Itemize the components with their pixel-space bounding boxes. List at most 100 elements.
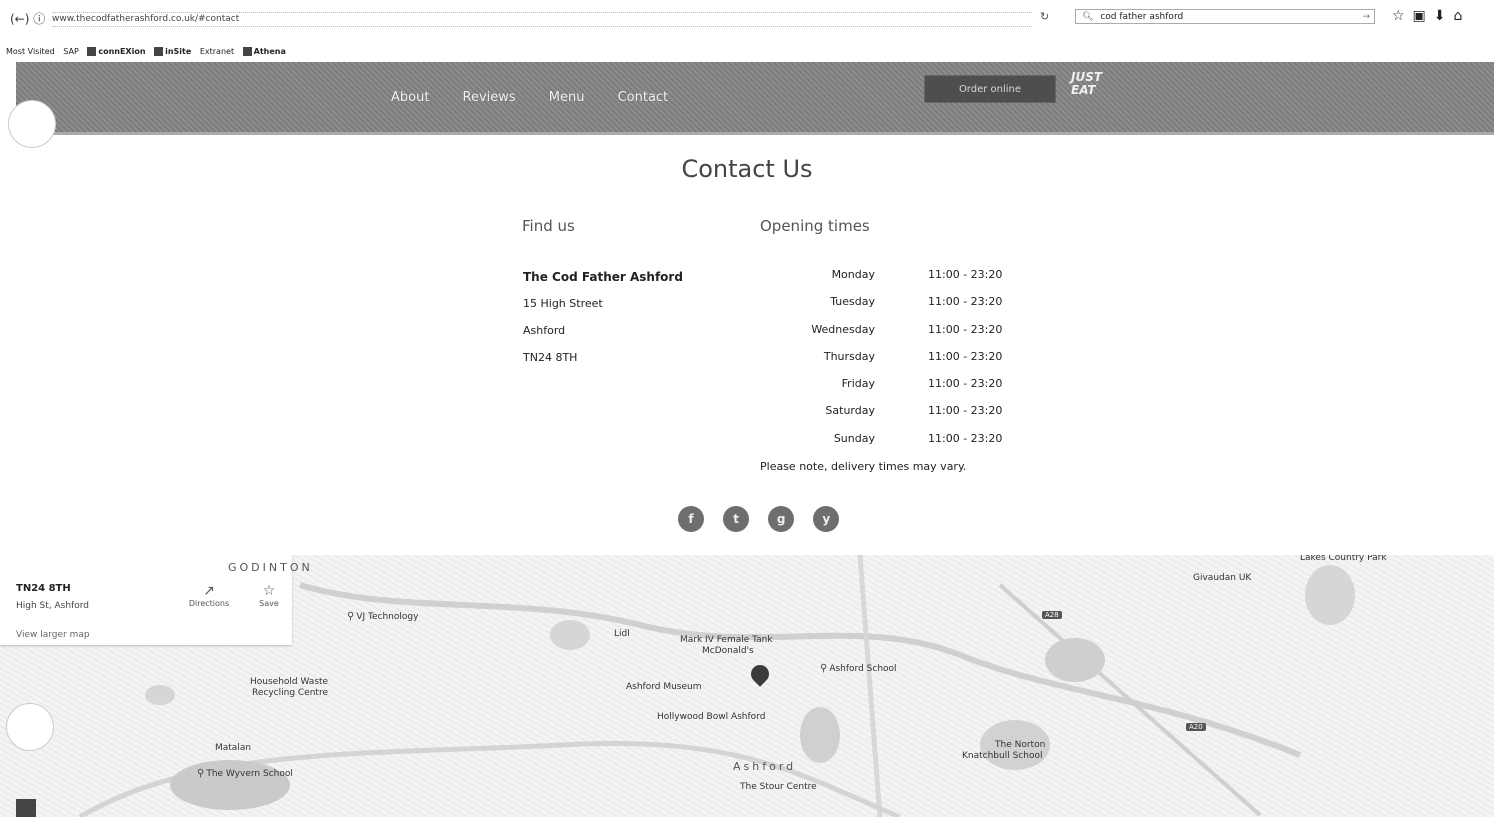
hours-time: 11:00 - 23:20 [928, 377, 1003, 391]
map-card-subtitle: High St, Ashford [16, 601, 89, 611]
map-pin-icon: ⚲ [820, 663, 828, 674]
reload-icon[interactable]: ↻ [1040, 10, 1049, 23]
page-root: (←) ⓘ www.thecodfatherashford.co.uk/#con… [0, 0, 1494, 817]
road-badge: A20 [1186, 723, 1206, 731]
hours-row: Monday 11:00 - 23:20 [760, 268, 1010, 295]
search-value: cod father ashford [1100, 12, 1184, 22]
hours-day: Wednesday [811, 322, 875, 336]
map-label: GODINTON [228, 561, 313, 574]
map-label: Recycling Centre [252, 688, 328, 698]
view-larger-map-link[interactable]: View larger map [16, 630, 90, 640]
bookmark-most-visited[interactable]: Most Visited [6, 47, 55, 56]
hours-time: 11:00 - 23:20 [928, 268, 1003, 281]
map-label: Mark IV Female Tank [680, 635, 773, 645]
social-links: f t g y [678, 506, 853, 532]
athena-icon [242, 47, 252, 56]
map-type-thumbnail[interactable] [16, 799, 36, 817]
toolbar-icons[interactable]: ☆▣⬇⌂ [1392, 8, 1470, 24]
connexion-icon [87, 47, 97, 56]
hours-row: Sunday 11:00 - 23:20 [760, 432, 1010, 459]
map-zoom-control[interactable] [6, 703, 54, 751]
order-online-button[interactable]: Order online [924, 75, 1056, 103]
directions-label: Directions [188, 599, 230, 608]
site-header: About Reviews Menu Contact Order online … [16, 62, 1494, 135]
map-label: ⚲ Ashford School [818, 663, 897, 674]
map-label: The Norton [995, 740, 1046, 750]
address-block: The Cod Father Ashford 15 High Street As… [523, 270, 683, 378]
save-label: Save [259, 599, 279, 608]
map-label: Givaudan UK [1193, 573, 1252, 583]
map-label: Ashford [733, 760, 797, 773]
nav-reviews[interactable]: Reviews [463, 90, 516, 105]
delivery-note: Please note, delivery times may vary. [760, 460, 967, 473]
just-eat-logo[interactable]: JUST EAT [1071, 71, 1111, 97]
hours-day: Thursday [823, 349, 875, 363]
bookmark-insite[interactable]: inSite [154, 47, 191, 56]
main-nav: About Reviews Menu Contact [391, 86, 696, 105]
hours-day: Tuesday [830, 295, 875, 309]
bookmark-athena[interactable]: Athena [242, 47, 286, 56]
hours-time: 11:00 - 23:20 [928, 349, 1003, 363]
nav-contact[interactable]: Contact [618, 90, 669, 105]
opening-times-heading: Opening times [760, 217, 870, 235]
address-postcode: TN24 8TH [523, 351, 578, 364]
google-plus-icon[interactable]: g [768, 506, 795, 532]
hours-time: 11:00 - 23:20 [928, 431, 1003, 445]
address-street: 15 High Street [523, 297, 603, 310]
browser-urlbar: (←) ⓘ www.thecodfatherashford.co.uk/#con… [0, 8, 1494, 28]
map-embed[interactable]: TN24 8TH High St, Ashford View larger ma… [0, 555, 1494, 817]
hours-time: 11:00 - 23:20 [928, 404, 1003, 418]
hours-row: Saturday 11:00 - 23:20 [760, 404, 1010, 431]
hours-row: Thursday 11:00 - 23:20 [760, 350, 1010, 377]
map-label-text: The Wyvern School [206, 769, 293, 779]
find-us-heading: Find us [522, 217, 575, 235]
map-label: The Stour Centre [740, 782, 817, 792]
map-label-text: VJ Technology [356, 612, 419, 622]
hours-day: Saturday [825, 404, 875, 418]
nav-about[interactable]: About [391, 90, 429, 105]
insite-icon [154, 47, 164, 56]
map-pin-icon: ⚲ [347, 611, 355, 622]
hours-day: Sunday [833, 431, 875, 445]
directions-button[interactable]: ↗ Directions [186, 583, 232, 608]
map-label: Matalan [215, 743, 252, 753]
map-label: Lidl [614, 629, 630, 639]
address-bar[interactable]: www.thecodfatherashford.co.uk/#contact [52, 12, 1032, 27]
map-label: Hollywood Bowl Ashford [657, 712, 766, 722]
map-pin-icon: ⚲ [197, 768, 205, 779]
youtube-icon[interactable]: y [813, 506, 840, 532]
twitter-icon[interactable]: t [723, 506, 750, 532]
map-label: McDonald's [702, 646, 754, 656]
bookmark-connexion[interactable]: connEXion [87, 47, 146, 56]
nav-menu[interactable]: Menu [549, 90, 585, 105]
hours-row: Friday 11:00 - 23:20 [760, 377, 1010, 404]
hours-time: 11:00 - 23:20 [928, 322, 1003, 336]
map-label-text: Ashford School [829, 664, 897, 674]
site-logo[interactable] [8, 100, 56, 148]
map-label: Knatchbull School [962, 751, 1043, 761]
address-town: Ashford [523, 324, 566, 337]
facebook-icon[interactable]: f [678, 506, 704, 532]
road-badge: A28 [1042, 611, 1062, 619]
map-label: Ashford Museum [626, 682, 702, 692]
search-icon: 🔍︎ [1082, 12, 1094, 22]
business-name: The Cod Father Ashford [523, 270, 683, 284]
hours-row: Wednesday 11:00 - 23:20 [760, 323, 1010, 350]
hours-day: Friday [841, 377, 875, 391]
search-go-icon[interactable]: → [1362, 10, 1370, 25]
map-label: ⚲ VJ Technology [345, 611, 418, 622]
save-button[interactable]: ☆ Save [246, 583, 292, 608]
bookmark-sap[interactable]: SAP [63, 47, 79, 56]
back-icon[interactable]: (←) ⓘ [10, 10, 45, 27]
map-label: Household Waste [250, 677, 329, 687]
hours-time: 11:00 - 23:20 [928, 295, 1003, 309]
map-card-title: TN24 8TH [16, 583, 71, 594]
search-input[interactable]: 🔍︎ cod father ashford → [1075, 9, 1375, 24]
bookmark-extranet[interactable]: Extranet [200, 47, 234, 56]
hours-row: Tuesday 11:00 - 23:20 [760, 295, 1010, 322]
hours-day: Monday [831, 268, 875, 281]
opening-hours-table: Monday 11:00 - 23:20 Tuesday 11:00 - 23:20… [760, 268, 1010, 459]
bookmarks-bar: Most Visited SAP connEXion inSite Extran… [0, 44, 1494, 60]
star-icon: ☆ [262, 583, 276, 599]
directions-icon: ↗ [203, 583, 215, 599]
